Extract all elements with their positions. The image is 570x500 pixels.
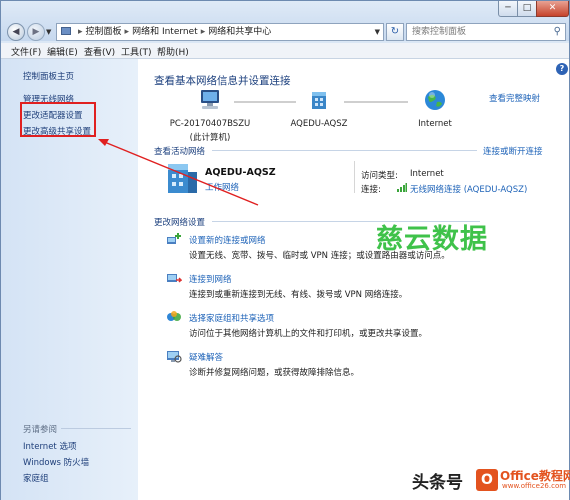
menu-help[interactable]: 帮助(H) [157, 45, 189, 58]
help-icon[interactable]: ? [556, 63, 568, 75]
map-node-network-name: AQEDU-AQSZ [290, 119, 348, 129]
computer-icon [198, 89, 222, 111]
search-icon[interactable]: ⚲ [554, 24, 561, 40]
forward-button[interactable]: ▶ [27, 23, 45, 41]
watermark-text: 慈云数据 [376, 224, 488, 255]
access-type-value: Internet [410, 169, 444, 179]
main-content: ? 查看基本网络信息并设置连接 查看完整映射 PC-20170407BSZU (… [138, 59, 569, 500]
menu-bar: 文件(F) 编辑(E) 查看(V) 工具(T) 帮助(H) [1, 43, 569, 59]
task-homegroup-link[interactable]: 选择家庭组和共享选项 [189, 312, 274, 324]
see-also-heading: 另请参阅 [23, 425, 58, 435]
task-troubleshoot-link[interactable]: 疑难解答 [189, 351, 223, 363]
access-type-label: 访问类型: [361, 171, 398, 181]
close-button[interactable]: ✕ [536, 1, 569, 17]
sidebar-windows-firewall[interactable]: Windows 防火墙 [23, 456, 89, 468]
task-homegroup-desc: 访问位于其他网络计算机上的文件和打印机，或更改共享设置。 [189, 329, 428, 339]
breadcrumb-network-sharing-center[interactable]: 网络和共享中心 [208, 27, 271, 37]
chevron-down-icon: ▼ [46, 28, 52, 36]
toutiao-watermark: 头条号 [412, 473, 463, 493]
task-connect-network-desc: 连接到或重新连接到无线、有线、拨号或 VPN 网络连接。 [189, 290, 408, 300]
breadcrumb-separator: ▸ [200, 27, 206, 37]
office-watermark: O Office教程网 www.office26.com [476, 467, 570, 495]
page-title: 查看基本网络信息并设置连接 [154, 75, 291, 87]
menu-view[interactable]: 查看(V) [84, 45, 115, 58]
task-connect-network-link[interactable]: 连接到网络 [189, 273, 232, 285]
title-bar: ─ □ ✕ ◀ ▶ ▼ ▸ 控制面板 ▸ 网络和 Internet ▸ 网络和共享中心 ▼… [1, 1, 569, 41]
address-dropdown-icon[interactable]: ▼ [375, 24, 380, 40]
arrow-right-icon: ▶ [32, 27, 40, 37]
sidebar-internet-options[interactable]: Internet 选项 [23, 440, 76, 452]
map-connector [344, 101, 408, 103]
section-divider [212, 150, 477, 151]
new-connection-icon [166, 232, 182, 246]
search-input[interactable]: 搜索控制面板 ⚲ [406, 23, 566, 41]
refresh-icon: ↻ [390, 26, 400, 37]
map-node-network: AQEDU-AQSZ [283, 119, 355, 129]
address-bar[interactable]: ▸ 控制面板 ▸ 网络和 Internet ▸ 网络和共享中心 ▼ [56, 23, 384, 41]
menu-tools[interactable]: 工具(T) [121, 45, 152, 58]
breadcrumb-separator: ▸ [124, 27, 130, 37]
task-troubleshoot-desc: 诊断并修复网络问题，或获得故障排除信息。 [189, 368, 360, 378]
menu-edit[interactable]: 编辑(E) [47, 45, 78, 58]
task-setup-connection-link[interactable]: 设置新的连接或网络 [189, 234, 266, 246]
maximize-button[interactable]: □ [517, 1, 537, 17]
menu-file[interactable]: 文件(F) [11, 45, 41, 58]
sidebar-control-panel-home[interactable]: 控制面板主页 [23, 70, 74, 82]
office-watermark-url: www.office26.com [502, 482, 567, 490]
map-node-computer: PC-20170407BSZU (此计算机) [168, 119, 252, 143]
network-info-divider [354, 161, 355, 193]
see-also-divider [61, 428, 131, 429]
map-node-computer-name: PC-20170407BSZU [169, 119, 251, 129]
office-logo-icon: O [476, 469, 498, 491]
back-button[interactable]: ◀ [7, 23, 25, 41]
active-networks-heading: 查看活动网络 [154, 147, 206, 157]
connection-value-link[interactable]: 无线网络连接 (AQEDU-AQSZ) [410, 183, 527, 195]
map-connector [234, 101, 296, 103]
connect-network-icon [166, 271, 183, 285]
connect-disconnect-link[interactable]: 连接或断开连接 [483, 145, 543, 157]
map-node-internet: Internet [404, 119, 466, 129]
control-panel-icon [61, 27, 71, 35]
homegroup-icon [166, 310, 182, 324]
map-node-computer-sub: (此计算机) [189, 133, 231, 143]
troubleshoot-icon [166, 349, 182, 363]
arrow-left-icon: ◀ [12, 27, 20, 37]
globe-icon [424, 89, 446, 111]
connection-label: 连接: [361, 185, 381, 195]
active-network-type-link[interactable]: 工作网络 [205, 181, 239, 193]
annotation-highlight-box [20, 102, 96, 137]
map-node-internet-name: Internet [418, 119, 452, 129]
window: ─ □ ✕ ◀ ▶ ▼ ▸ 控制面板 ▸ 网络和 Internet ▸ 网络和共享中心 ▼… [0, 0, 570, 500]
search-placeholder: 搜索控制面板 [412, 27, 467, 37]
wifi-signal-icon [397, 183, 407, 192]
network-icon [308, 89, 330, 111]
refresh-button[interactable]: ↻ [386, 23, 404, 41]
change-settings-heading: 更改网络设置 [154, 218, 206, 228]
breadcrumb-network-internet[interactable]: 网络和 Internet [132, 27, 198, 37]
view-full-map-link[interactable]: 查看完整映射 [489, 92, 540, 104]
network-building-icon [165, 162, 199, 194]
breadcrumb-control-panel[interactable]: 控制面板 [86, 27, 122, 37]
sidebar-homegroup[interactable]: 家庭组 [23, 472, 49, 484]
minimize-button[interactable]: ─ [498, 1, 518, 17]
breadcrumb-separator: ▸ [78, 27, 83, 37]
history-dropdown-button[interactable]: ▼ [46, 28, 51, 36]
active-network-name: AQEDU-AQSZ [205, 167, 276, 178]
